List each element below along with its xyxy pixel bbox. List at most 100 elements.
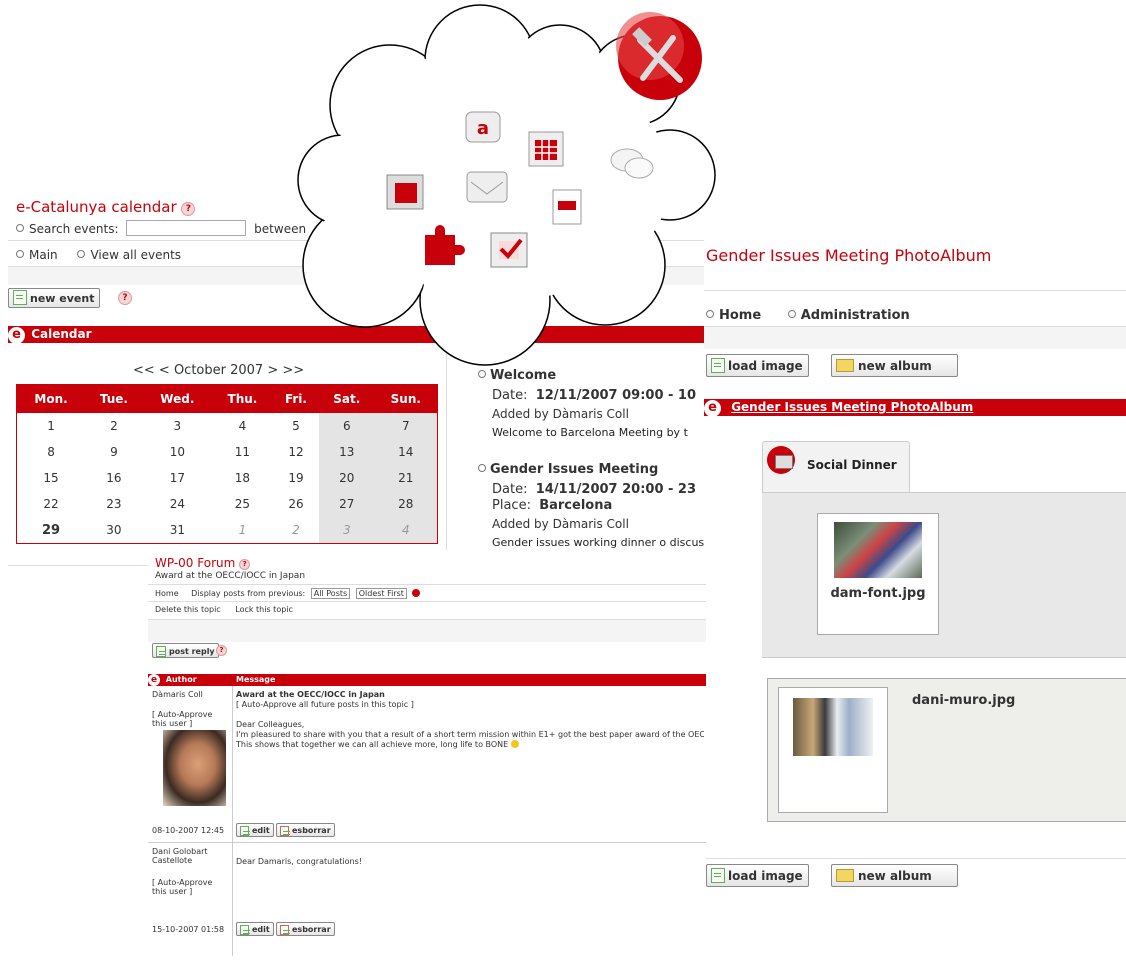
post-greeting: Dear Damaris, congratulations! <box>236 857 363 866</box>
toolbar-strip <box>704 326 1126 349</box>
weekday-header: Thu. <box>211 384 273 413</box>
photo-card[interactable]: dam-font.jpg <box>817 513 939 635</box>
delete-doc-icon <box>280 925 290 935</box>
calendar-day[interactable]: 13 <box>318 439 375 465</box>
order-select[interactable]: Oldest First <box>355 588 407 599</box>
month-navigation[interactable]: << < October 2007 > >> <box>133 363 304 378</box>
nav-view-all-events[interactable]: View all events <box>77 248 181 262</box>
calendar-day[interactable]: 3 <box>143 413 212 439</box>
delete-button[interactable]: esborrar <box>276 823 335 837</box>
nav-home[interactable]: Home <box>155 589 179 598</box>
forum-panel: WP-00 Forum ? Award at the OECC/IOCC in … <box>148 550 706 962</box>
album-bar-link[interactable]: Gender Issues Meeting PhotoAlbum <box>731 400 973 414</box>
calendar-day[interactable]: 28 <box>374 491 438 517</box>
divider <box>148 584 706 585</box>
photo-frame <box>778 687 888 813</box>
event-place: Place: Barcelona <box>492 498 613 513</box>
calendar-day[interactable]: 31 <box>143 517 212 544</box>
new-doc-icon <box>711 868 725 883</box>
event-title[interactable]: Gender Issues Meeting <box>478 462 658 477</box>
calendar-day[interactable]: 23 <box>85 491 143 517</box>
calendar-day[interactable]: 1 <box>212 517 273 544</box>
post-approve-note[interactable]: [ Auto-Approve all future posts in this … <box>236 700 414 709</box>
calendar-day[interactable]: 19 <box>273 465 319 491</box>
delete-topic-link[interactable]: Delete this topic <box>155 605 221 614</box>
tools-cloud: a <box>297 4 716 366</box>
calendar-day[interactable]: 6 <box>318 413 375 439</box>
nav-administration[interactable]: Administration <box>787 308 910 323</box>
calendar-day[interactable]: 20 <box>318 465 375 491</box>
lock-topic-link[interactable]: Lock this topic <box>235 605 293 614</box>
calendar-nav: Main View all events <box>16 248 181 262</box>
edit-button[interactable]: edit <box>236 823 274 837</box>
calendar-day[interactable]: 2 <box>85 413 143 439</box>
calendar-day[interactable]: 24 <box>143 491 212 517</box>
calendar-day[interactable]: 4 <box>212 413 273 439</box>
e-logo-icon: e <box>704 400 721 417</box>
calendar-day[interactable]: 7 <box>374 413 438 439</box>
tab-social-dinner[interactable]: Social Dinner <box>762 441 910 492</box>
help-icon[interactable]: ? <box>181 202 196 216</box>
calendar-day[interactable]: 18 <box>212 465 273 491</box>
new-event-button[interactable]: new event <box>8 288 101 308</box>
nav-main[interactable]: Main <box>16 248 58 262</box>
forum-subtitle: Award at the OECC/IOCC in Japan <box>155 571 306 581</box>
new-album-button[interactable]: new album <box>831 354 958 377</box>
calendar-day[interactable]: 15 <box>17 465 86 491</box>
bullet-icon <box>16 250 24 258</box>
photo-card[interactable]: dani-muro.jpg <box>767 678 1126 822</box>
weekday-header: Wed. <box>142 384 212 413</box>
calendar-day[interactable]: 21 <box>374 465 438 491</box>
calendar-day[interactable]: 9 <box>85 439 143 465</box>
event-added-by: Added by Dàmaris Coll <box>492 517 629 531</box>
album-page-title: Gender Issues Meeting PhotoAlbum <box>706 246 992 265</box>
help-icon[interactable]: ? <box>239 559 251 570</box>
checkbox-icon <box>490 232 528 268</box>
avatar <box>163 730 226 806</box>
calendar-day[interactable]: 3 <box>318 517 375 544</box>
help-icon[interactable]: ? <box>118 291 132 305</box>
new-album-button[interactable]: new album <box>831 864 958 887</box>
calendar-day[interactable]: 25 <box>212 491 273 517</box>
calendar-day[interactable]: 26 <box>273 491 319 517</box>
calendar-day[interactable]: 10 <box>143 439 212 465</box>
calendar-day[interactable]: 12 <box>273 439 319 465</box>
e-logo-icon: e <box>8 327 25 344</box>
calendar-day[interactable]: 11 <box>212 439 273 465</box>
calendar-day[interactable]: 17 <box>143 465 212 491</box>
calendar-day[interactable]: 22 <box>17 491 86 517</box>
event-description: Gender issues working dinner o discuss <box>492 536 710 549</box>
forum-title: WP-00 Forum ? <box>155 556 251 570</box>
load-image-button[interactable]: load image <box>706 864 809 887</box>
calendar-day[interactable]: 29 <box>17 517 86 544</box>
help-icon[interactable]: ? <box>216 645 227 656</box>
calendar-day[interactable]: 16 <box>85 465 143 491</box>
svg-text:a: a <box>477 118 489 139</box>
posts-filter-select[interactable]: All Posts <box>310 588 351 599</box>
calendar-day[interactable]: 30 <box>85 517 143 544</box>
calendar-day[interactable]: 1 <box>17 413 86 439</box>
chat-a-icon: a <box>465 111 501 143</box>
delete-button[interactable]: esborrar <box>276 922 335 936</box>
post-time: 15-10-2007 01:58 <box>152 925 225 934</box>
calendar-day[interactable]: 5 <box>273 413 319 439</box>
calendar-grid: Mon. Tue. Wed. Thu. Fri. Sat. Sun. 1 2 3 4 5 6 7 8 9 10… <box>16 384 438 544</box>
edit-button[interactable]: edit <box>236 922 274 936</box>
delete-doc-icon <box>280 826 290 836</box>
post-author-role: [ Auto-Approve this user ] <box>152 878 213 896</box>
folder-icon <box>836 869 854 882</box>
post-time: 08-10-2007 12:45 <box>152 826 225 835</box>
weekday-header: Sun. <box>374 384 438 413</box>
calendar-day[interactable]: 27 <box>318 491 375 517</box>
calendar-day[interactable]: 8 <box>17 439 86 465</box>
toolbar-strip <box>148 619 706 642</box>
calendar-day[interactable]: 14 <box>374 439 438 465</box>
calendar-day[interactable]: 2 <box>273 517 319 544</box>
go-arrow-icon[interactable] <box>412 589 421 597</box>
post-reply-button[interactable]: post reply <box>152 643 219 658</box>
event-date: Date: 12/11/2007 09:00 - 10 <box>492 388 697 403</box>
divider <box>446 350 447 550</box>
photo-caption: dani-muro.jpg <box>912 693 1016 708</box>
calendar-day[interactable]: 4 <box>374 517 438 544</box>
search-input[interactable] <box>126 220 247 236</box>
